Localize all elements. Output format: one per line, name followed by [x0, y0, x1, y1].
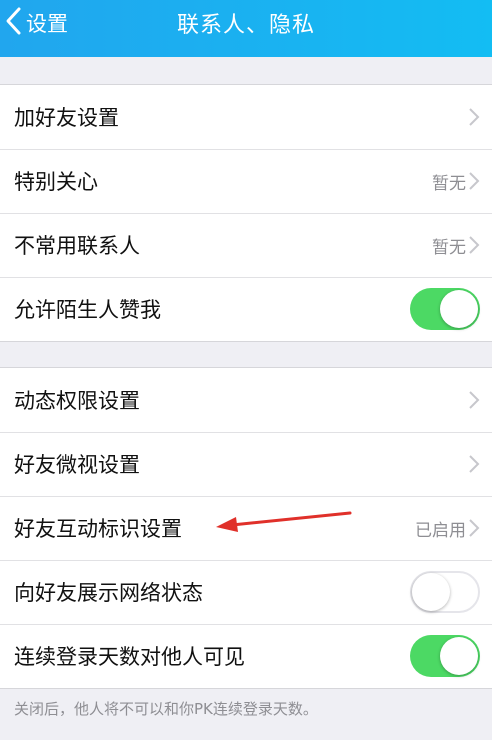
row-label: 特别关心 [14, 170, 98, 194]
row-login-days-visible: 连续登录天数对他人可见 [0, 624, 492, 688]
chevron-right-icon [468, 390, 480, 410]
row-label: 好友微视设置 [14, 453, 140, 477]
row-value: 暂无 [432, 237, 466, 258]
toggle-knob [412, 573, 450, 611]
row-label: 加好友设置 [14, 106, 119, 130]
settings-group-friends: 加好友设置 特别关心 暂无 不常用联系人 暂无 允许陌生人赞我 [0, 84, 492, 342]
row-label: 允许陌生人赞我 [14, 298, 161, 322]
row-show-network-status: 向好友展示网络状态 [0, 560, 492, 624]
row-value: 已启用 [415, 520, 466, 541]
row-value: 暂无 [432, 173, 466, 194]
annotation-arrow [216, 511, 352, 532]
row-add-friend-settings[interactable]: 加好友设置 [0, 85, 492, 149]
allow-stranger-likes-toggle[interactable] [410, 288, 480, 330]
navigation-bar: 设置 联系人、隐私 [0, 0, 492, 57]
toggle-knob [440, 290, 478, 328]
chevron-right-icon [468, 235, 480, 255]
row-feed-permissions[interactable]: 动态权限设置 [0, 368, 492, 432]
row-label: 连续登录天数对他人可见 [14, 645, 245, 669]
chevron-right-icon [468, 171, 480, 191]
row-label: 动态权限设置 [14, 389, 140, 413]
row-label: 不常用联系人 [14, 234, 140, 258]
chevron-right-icon [468, 518, 480, 538]
row-label: 好友互动标识设置 [14, 517, 182, 541]
chevron-right-icon [468, 107, 480, 127]
row-allow-stranger-likes: 允许陌生人赞我 [0, 277, 492, 341]
footer-note: 关闭后，他人将不可以和你PK连续登录天数。 [14, 700, 318, 718]
toggle-knob [440, 637, 478, 675]
page-title: 联系人、隐私 [176, 13, 315, 38]
row-infrequent-contacts[interactable]: 不常用联系人 暂无 [0, 213, 492, 277]
row-friend-weishi-settings[interactable]: 好友微视设置 [0, 432, 492, 496]
show-network-status-toggle[interactable] [410, 571, 480, 613]
login-days-visible-toggle[interactable] [410, 635, 480, 677]
chevron-right-icon [468, 454, 480, 474]
row-special-care[interactable]: 特别关心 暂无 [0, 149, 492, 213]
row-label: 向好友展示网络状态 [14, 581, 203, 605]
